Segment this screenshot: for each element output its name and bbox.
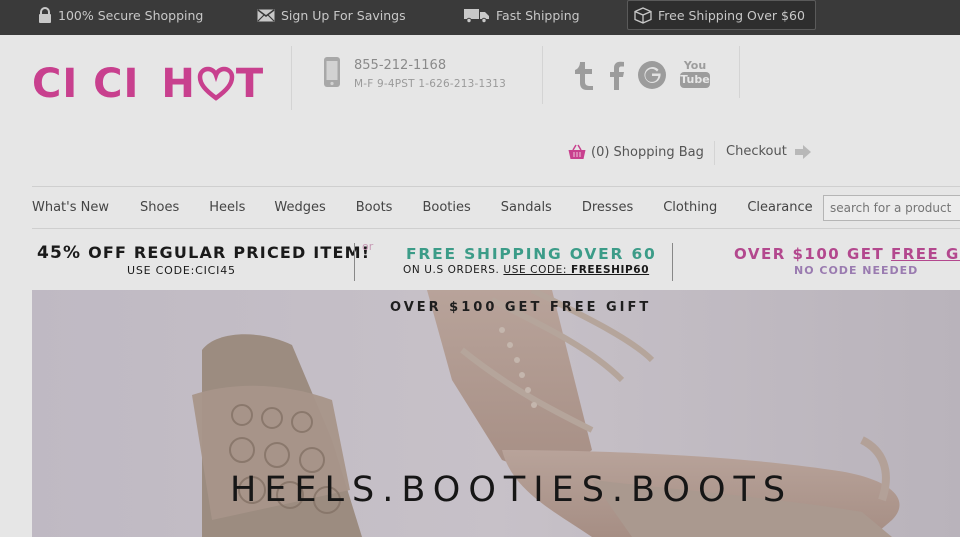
promo-gift-link[interactable]: FREE GIFT ! bbox=[891, 245, 960, 263]
header-divider bbox=[739, 46, 740, 98]
nav-item-heels[interactable]: Heels bbox=[209, 200, 245, 215]
phone-number[interactable]: 855-212-1168 bbox=[354, 58, 446, 73]
promo-shipping-orders: ON U.S ORDERS. bbox=[403, 264, 500, 276]
promo-discount-pct: 45% bbox=[37, 243, 82, 263]
promo-divider bbox=[354, 243, 355, 281]
youtube-icon[interactable]: You Tube bbox=[680, 60, 710, 88]
promo-discount-code: USE CODE:CICI45 bbox=[127, 264, 236, 277]
checkout-link[interactable]: Checkout bbox=[726, 144, 811, 159]
logo-text-h: H bbox=[161, 61, 196, 107]
free-shipping-banner[interactable]: Free Shipping Over $60 bbox=[627, 0, 816, 30]
logo-text-cici: CI CI bbox=[32, 61, 140, 107]
promo-discount-text: OFF REGULAR PRICED ITEM! bbox=[88, 243, 371, 262]
box-icon bbox=[634, 6, 652, 24]
nav-item-sandals[interactable]: Sandals bbox=[501, 200, 552, 215]
nav-item-clearance[interactable]: Clearance bbox=[747, 200, 812, 215]
fast-shipping-label: Fast Shipping bbox=[496, 7, 580, 23]
truck-icon bbox=[464, 8, 489, 23]
phone-icon bbox=[324, 57, 340, 87]
youtube-text-top: You bbox=[683, 59, 707, 72]
header-divider bbox=[542, 46, 543, 104]
nav-item-whats-new[interactable]: What's New bbox=[32, 200, 109, 215]
promo-gift-sub: NO CODE NEEDED bbox=[794, 264, 919, 277]
facebook-icon[interactable] bbox=[608, 60, 626, 92]
basket-icon bbox=[568, 144, 586, 159]
signup-label: Sign Up For Savings bbox=[281, 7, 406, 23]
shopping-bag-label: (0) Shopping Bag bbox=[591, 144, 704, 160]
free-shipping-label: Free Shipping Over $60 bbox=[658, 7, 805, 23]
nav-item-clothing[interactable]: Clothing bbox=[663, 200, 717, 215]
nav-item-dresses[interactable]: Dresses bbox=[582, 200, 633, 215]
nav-item-wedges[interactable]: Wedges bbox=[274, 200, 325, 215]
promo-shipping-code-label: USE CODE: bbox=[503, 264, 567, 276]
signup-savings[interactable]: Sign Up For Savings bbox=[257, 0, 406, 30]
envelope-icon bbox=[257, 8, 275, 21]
arrow-right-icon bbox=[794, 144, 811, 159]
promo-gift-text: OVER $100 GET bbox=[734, 245, 885, 263]
header-divider bbox=[291, 46, 292, 110]
nav-item-shoes[interactable]: Shoes bbox=[140, 200, 179, 215]
tumblr-icon[interactable] bbox=[572, 60, 598, 92]
checkout-label: Checkout bbox=[726, 144, 787, 159]
phone-hours: M-F 9-4PST 1-626-213-1313 bbox=[354, 78, 506, 90]
youtube-text-bottom: Tube bbox=[680, 72, 710, 88]
secure-shopping-label: 100% Secure Shopping bbox=[58, 7, 204, 23]
lock-icon bbox=[39, 6, 51, 23]
search-input[interactable] bbox=[823, 195, 960, 221]
heart-icon bbox=[197, 66, 235, 101]
nav-top-border bbox=[32, 186, 960, 187]
promo-free-shipping-headline[interactable]: FREE SHIPPING OVER 60 bbox=[406, 245, 657, 263]
top-bar: 100% Secure Shopping Sign Up For Savings… bbox=[0, 0, 960, 35]
promo-free-gift-headline[interactable]: OVER $100 GET FREE GIFT ! bbox=[734, 245, 960, 263]
hero-gift-text: OVER $100 GET FREE GIFT bbox=[390, 300, 652, 315]
shopping-bag-link[interactable]: (0) Shopping Bag bbox=[568, 144, 704, 160]
nav-item-booties[interactable]: Booties bbox=[422, 200, 470, 215]
nav-bottom-border bbox=[32, 228, 960, 229]
promo-shipping-code: FREESHIP60 bbox=[570, 264, 650, 276]
promo-free-shipping-sub: ON U.S ORDERS. USE CODE: FREESHIP60 bbox=[403, 264, 649, 276]
site-logo[interactable]: CI CI H T bbox=[32, 62, 264, 106]
logo-text-t: T bbox=[235, 61, 265, 107]
nav-item-boots[interactable]: Boots bbox=[356, 200, 393, 215]
promo-or: or bbox=[362, 240, 374, 253]
secure-shopping[interactable]: 100% Secure Shopping bbox=[38, 0, 203, 30]
hero-tagline: HEELS.BOOTIES.BOOTS bbox=[230, 470, 794, 510]
promo-discount-headline[interactable]: 45% OFF REGULAR PRICED ITEM! bbox=[37, 243, 370, 263]
google-icon[interactable] bbox=[637, 60, 667, 90]
main-nav: What's New Shoes Heels Wedges Boots Boot… bbox=[32, 188, 843, 226]
promo-divider bbox=[672, 243, 673, 281]
fast-shipping[interactable]: Fast Shipping bbox=[464, 0, 580, 30]
cart-divider bbox=[714, 141, 715, 165]
